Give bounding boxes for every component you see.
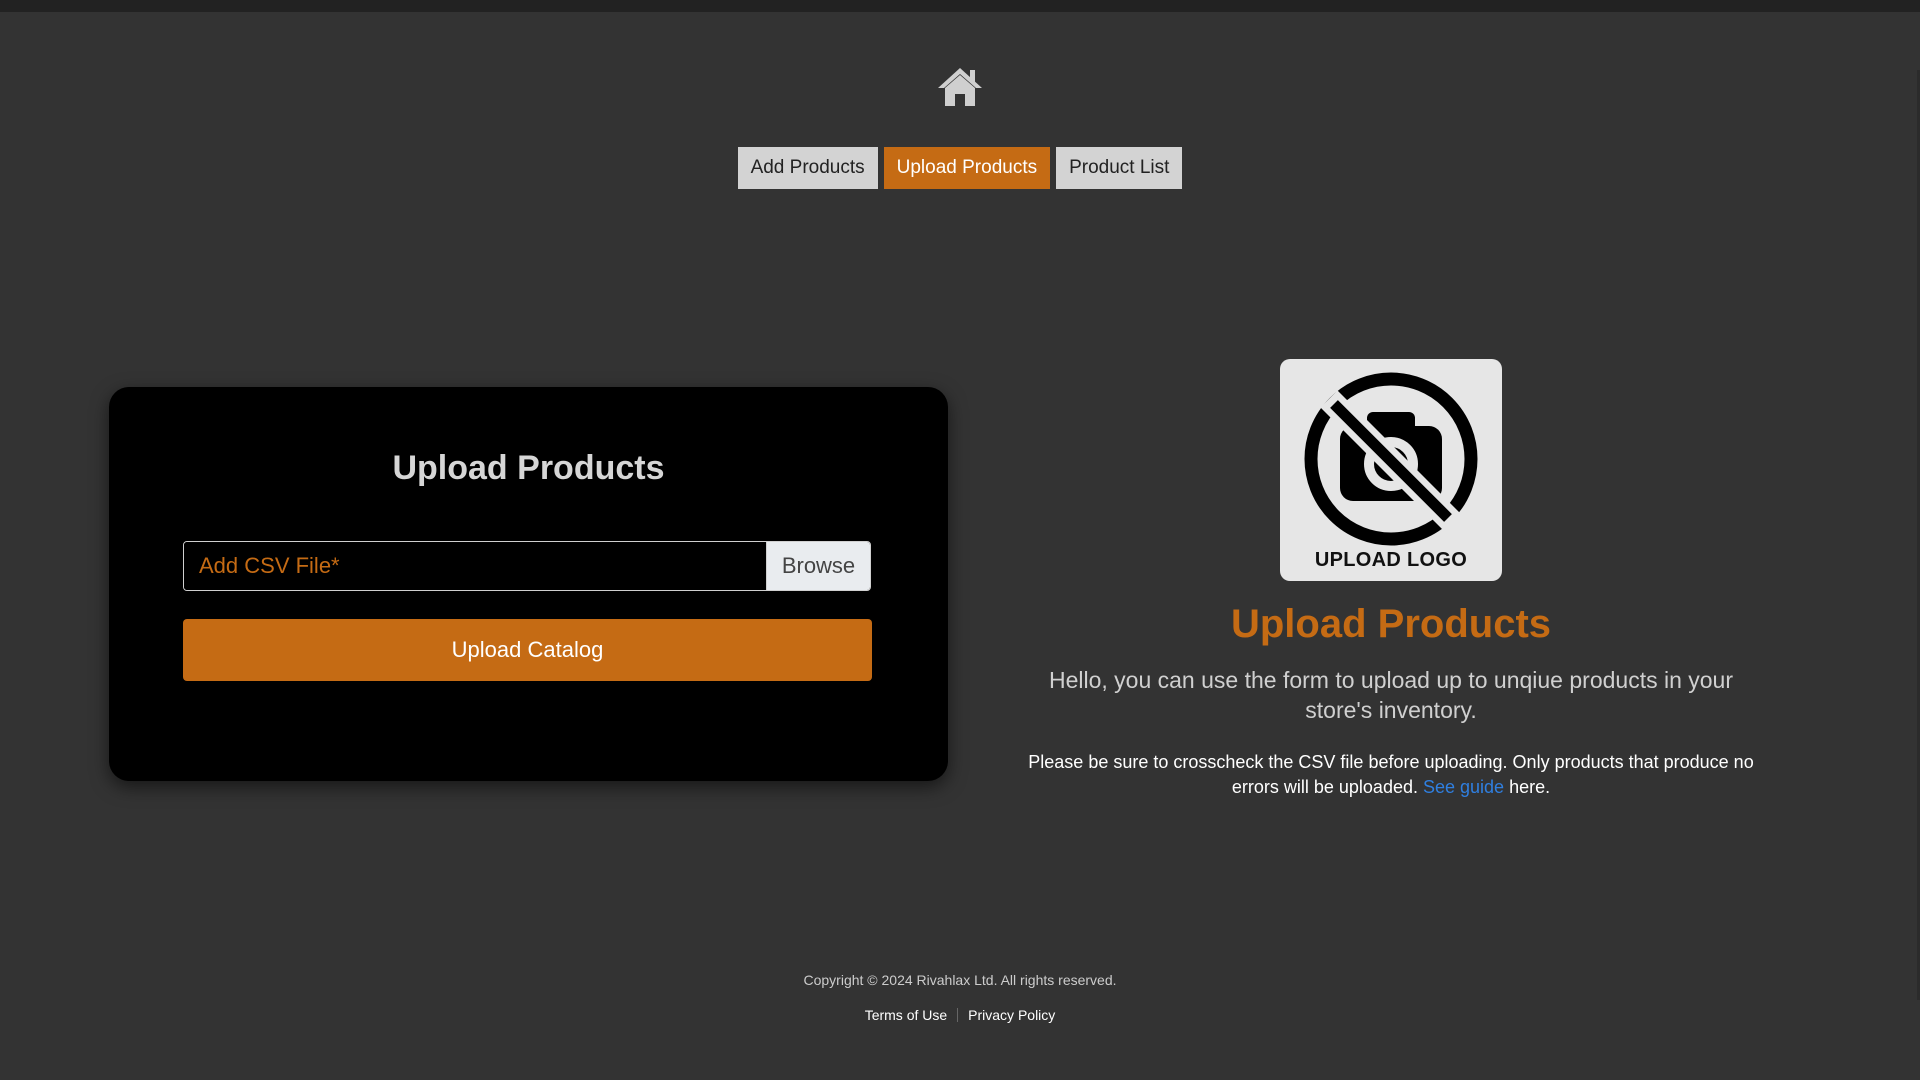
privacy-policy-link[interactable]: Privacy Policy (958, 1007, 1065, 1023)
info-description: Hello, you can use the form to upload up… (1048, 667, 1734, 723)
info-title: Upload Products (1230, 602, 1552, 646)
no-camera-icon (1304, 372, 1478, 546)
upload-catalog-button[interactable]: Upload Catalog (183, 619, 872, 681)
form-title: Upload Products (392, 449, 665, 487)
browse-button[interactable]: Browse (766, 542, 870, 590)
see-guide-link[interactable]: See guide (1423, 777, 1504, 797)
copyright-text: Copyright © 2024 Rivahlax Ltd. All right… (803, 972, 1117, 988)
footer-links: Terms of Use Privacy Policy (0, 1007, 1920, 1023)
upload-logo-box[interactable]: UPLOAD LOGO (1280, 359, 1502, 581)
logo-label: UPLOAD LOGO (1314, 549, 1468, 571)
csv-file-picker: Browse (183, 541, 871, 591)
home-icon[interactable] (936, 62, 984, 110)
main-nav: Add Products Upload Products Product Lis… (0, 147, 1920, 189)
page: Add Products Upload Products Product Lis… (0, 0, 1920, 1080)
note-suffix: here. (1509, 777, 1551, 797)
csv-file-input[interactable] (184, 542, 766, 590)
tab-add-products[interactable]: Add Products (737, 147, 878, 189)
tab-product-list[interactable]: Product List (1056, 147, 1183, 189)
note-text: Please be sure to crosscheck the CSV fil… (1028, 752, 1754, 797)
upload-form-card: Upload Products Browse Upload Catalog (109, 387, 948, 781)
tab-upload-products[interactable]: Upload Products (883, 147, 1051, 189)
terms-of-use-link[interactable]: Terms of Use (855, 1007, 957, 1023)
info-note: Please be sure to crosscheck the CSV fil… (1010, 750, 1772, 800)
top-bar (0, 0, 1920, 12)
